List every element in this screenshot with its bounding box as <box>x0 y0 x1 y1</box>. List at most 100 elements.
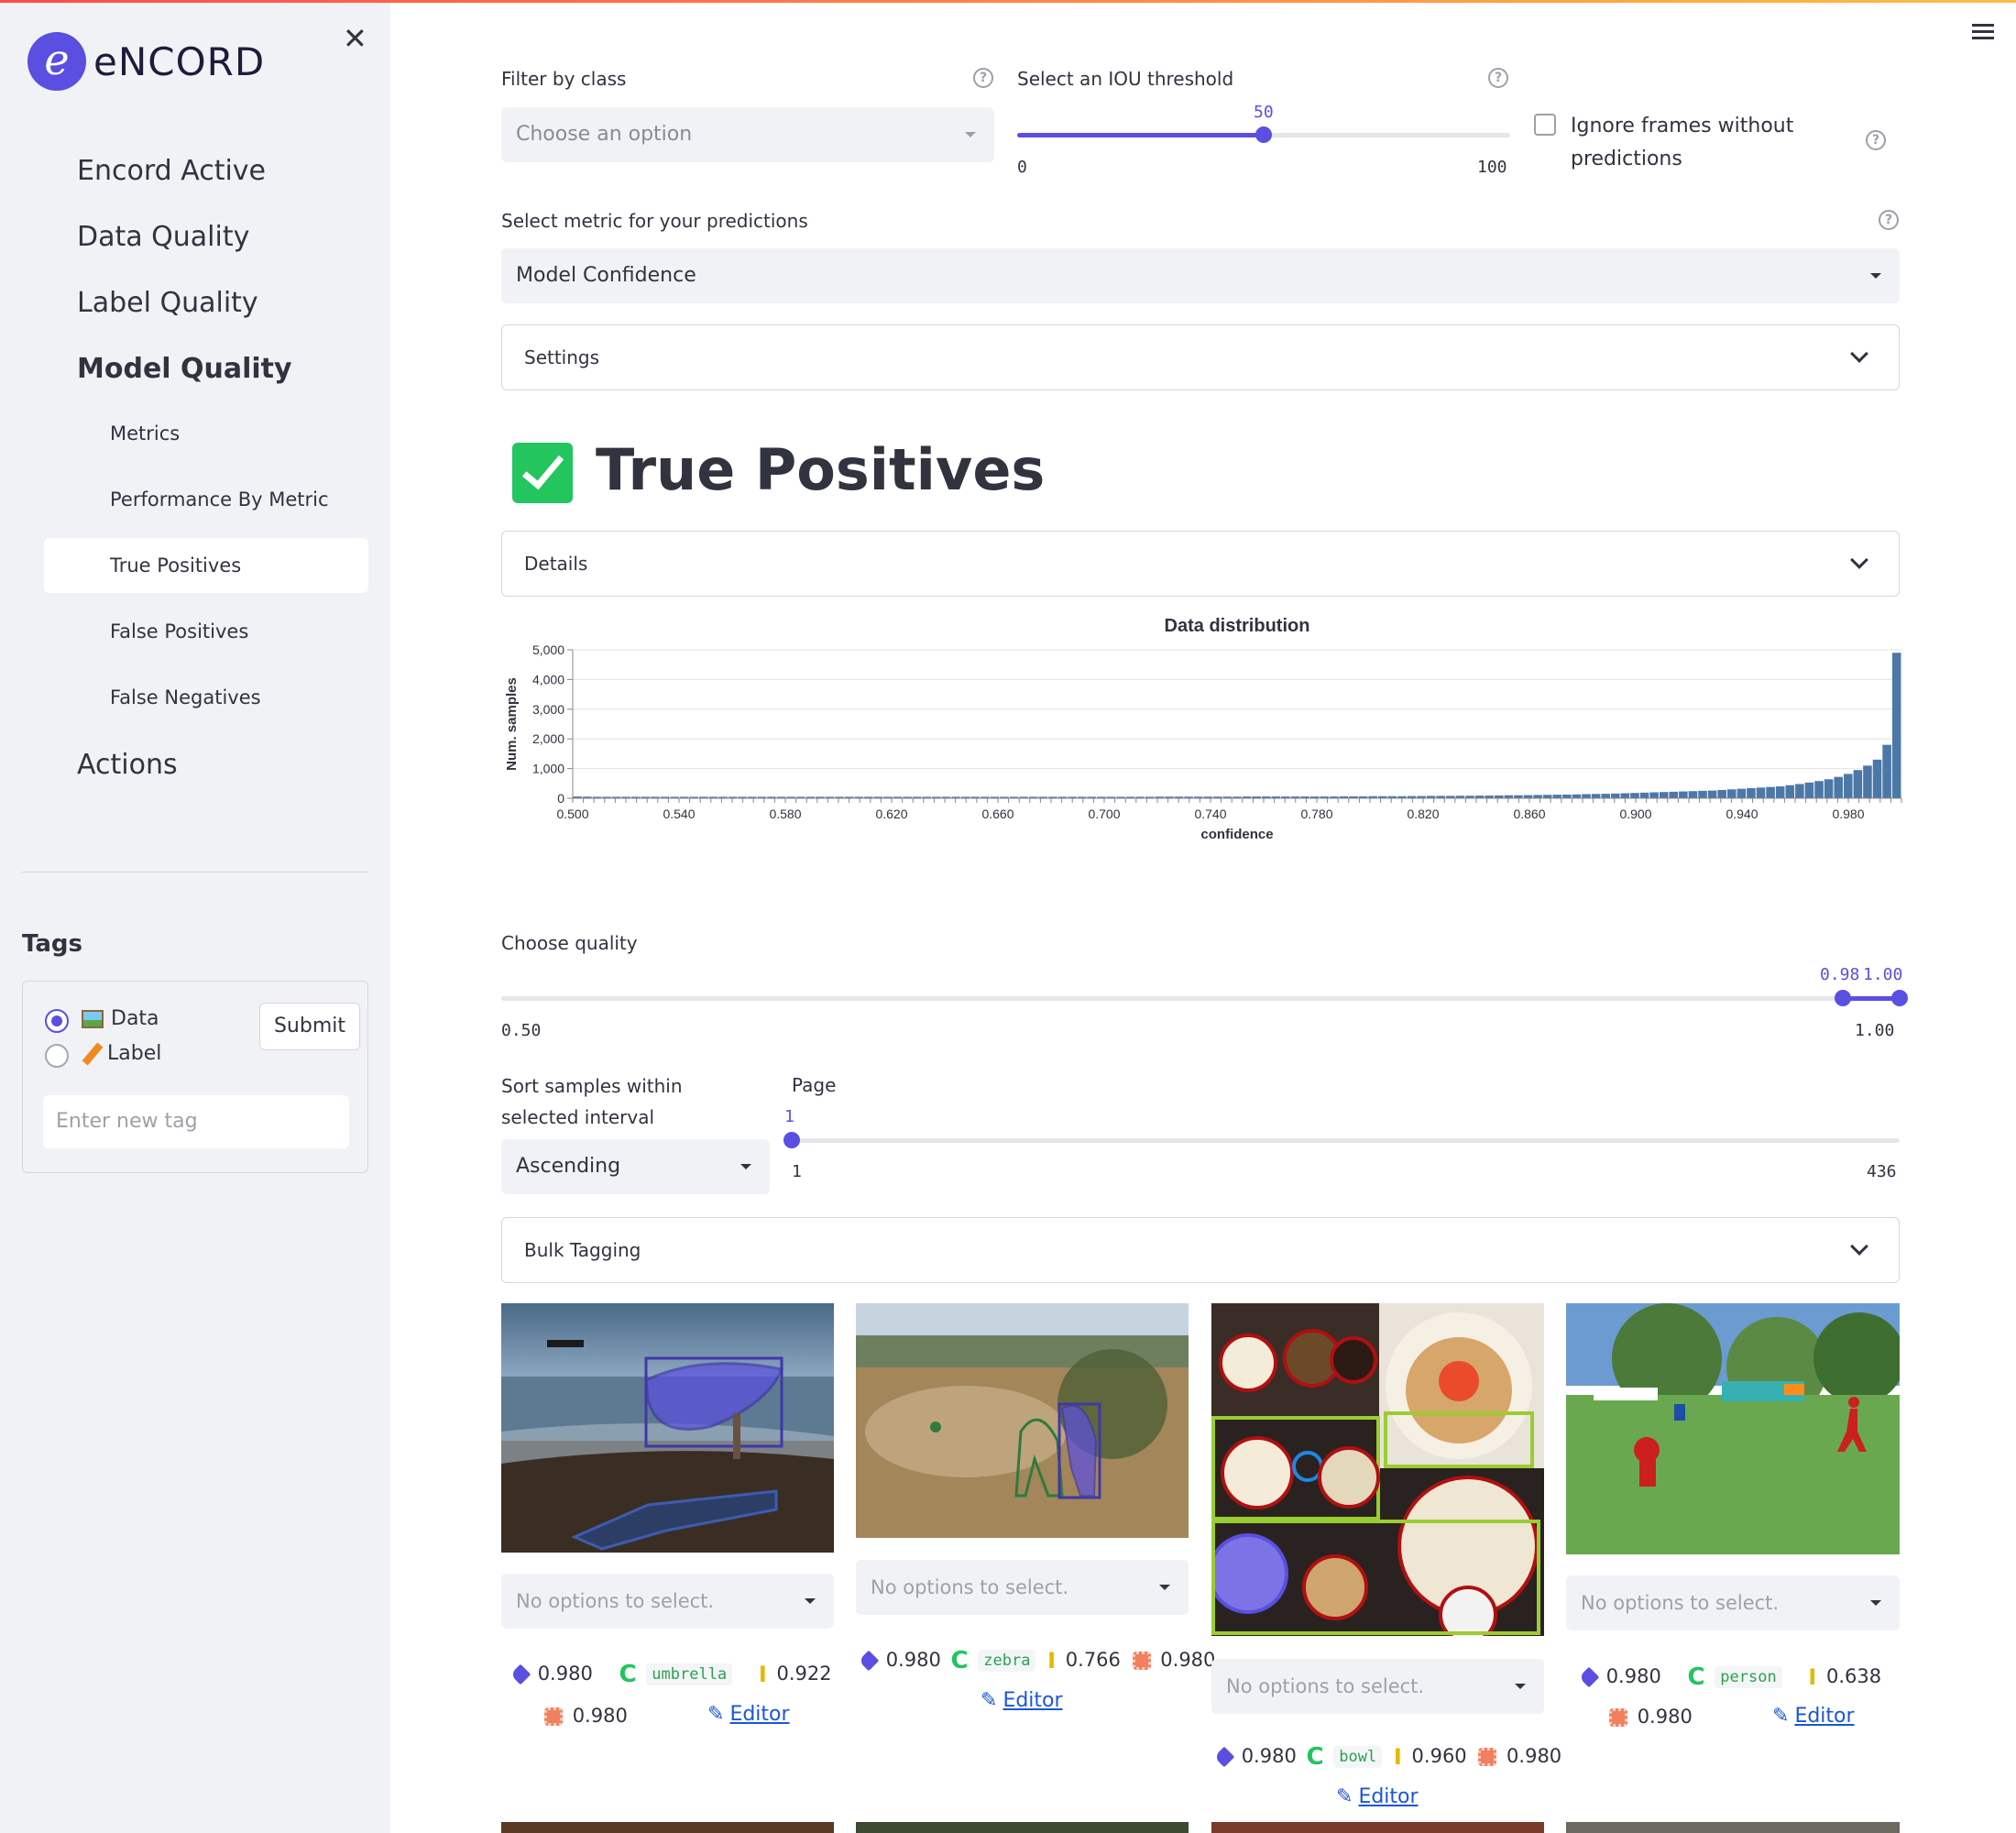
histogram-bar <box>1795 784 1804 798</box>
help-icon[interactable]: ? <box>973 68 993 88</box>
histogram-bar <box>1707 790 1717 798</box>
help-icon[interactable]: ? <box>1879 210 1899 230</box>
histogram-bar <box>1882 744 1891 798</box>
sample-image-next[interactable] <box>501 1822 834 1833</box>
bulk-tagging-expander[interactable]: Bulk Tagging <box>501 1217 1900 1283</box>
page-title: True Positives <box>596 436 1046 503</box>
help-icon[interactable]: ? <box>1488 68 1508 88</box>
chip-icon <box>1609 1708 1627 1727</box>
histogram-bar <box>1863 765 1872 798</box>
sample-image-next[interactable] <box>1211 1822 1544 1833</box>
histogram-bar <box>1872 759 1882 798</box>
sort-select[interactable]: Ascending <box>501 1139 770 1194</box>
quality-slider-high-thumb[interactable] <box>1891 990 1908 1006</box>
iou-max: 100 <box>1477 158 1507 177</box>
chevron-down-icon <box>1850 551 1868 569</box>
encord-logo-icon: e <box>27 32 86 91</box>
checkmark-icon <box>512 443 573 503</box>
editor-link[interactable]: ✎ Editor <box>1772 1705 1855 1728</box>
ignore-frames-checkbox[interactable] <box>1534 114 1556 136</box>
nav-actions[interactable]: Actions <box>77 749 178 781</box>
pencil-icon: ✎ <box>1336 1785 1353 1808</box>
settings-label: Settings <box>524 346 600 368</box>
ignore-frames-label[interactable]: Ignore frames without predictions <box>1571 110 1818 176</box>
subnav-false-negatives[interactable]: False Negatives <box>44 670 368 725</box>
radio-data[interactable] <box>45 1009 69 1033</box>
histogram-bar <box>1669 791 1679 798</box>
sample-image-person[interactable] <box>1566 1303 1900 1554</box>
radio-label[interactable] <box>45 1044 69 1068</box>
histogram-bar <box>1679 791 1688 798</box>
editor-link[interactable]: ✎ Editor <box>981 1689 1063 1712</box>
histogram-bar <box>1756 787 1766 798</box>
histogram-bar <box>1747 787 1756 798</box>
page-label: Page <box>792 1074 837 1096</box>
tag-icon <box>1578 1666 1600 1688</box>
card-metrics: 0.980 C person I 0.638 <box>1578 1663 1881 1691</box>
editor-link[interactable]: ✎ Editor <box>1336 1785 1419 1808</box>
nav-data-quality[interactable]: Data Quality <box>77 221 249 253</box>
nav-encord-active[interactable]: Encord Active <box>77 155 266 187</box>
sample-image-zebra[interactable] <box>856 1303 1189 1538</box>
sample-image-bowl[interactable] <box>1211 1303 1544 1636</box>
subnav-performance-by-metric[interactable]: Performance By Metric <box>44 472 368 527</box>
sample-image <box>1566 1303 1900 1554</box>
choose-quality-label: Choose quality <box>501 932 638 954</box>
histogram-bar <box>1562 794 1572 798</box>
histogram-bar <box>1843 774 1853 798</box>
close-sidebar-icon[interactable]: ✕ <box>343 21 367 56</box>
bulk-tagging-label: Bulk Tagging <box>524 1239 641 1261</box>
details-expander[interactable]: Details <box>501 531 1900 597</box>
radio-data-label[interactable]: Data <box>82 1007 159 1030</box>
class-filter-select[interactable]: Choose an option <box>501 107 994 162</box>
x-tick-label: 0.620 <box>875 807 907 821</box>
x-tick-label: 0.700 <box>1088 807 1120 821</box>
settings-expander[interactable]: Settings <box>501 324 1900 390</box>
class-name: zebra <box>978 1650 1036 1672</box>
subnav-true-positives[interactable]: True Positives <box>44 538 368 593</box>
sample-image-next[interactable] <box>1566 1822 1900 1833</box>
card-tag-select[interactable]: No options to select. <box>501 1574 834 1629</box>
class-icon: C <box>619 1661 637 1688</box>
histogram-bar <box>1698 790 1707 798</box>
submit-tag-button[interactable]: Submit <box>259 1003 360 1050</box>
x-axis-label: confidence <box>1200 827 1273 842</box>
new-tag-input[interactable]: Enter new tag <box>43 1095 349 1148</box>
tag-icon <box>1213 1746 1235 1768</box>
chevron-down-icon <box>1159 1585 1170 1590</box>
picture-icon <box>82 1010 104 1028</box>
card-metrics: 0.980 C zebra I 0.766 0.980 <box>858 1647 1215 1674</box>
quality-slider-low-thumb[interactable] <box>1835 990 1851 1006</box>
page-slider-track[interactable] <box>792 1138 1900 1143</box>
histogram-bar <box>1814 781 1824 798</box>
radio-label-label[interactable]: Label <box>82 1042 161 1066</box>
nav-model-quality[interactable]: Model Quality <box>77 353 292 385</box>
iou-label: Select an IOU threshold <box>1017 68 1234 90</box>
histogram-bar <box>1737 788 1747 798</box>
page-value: 1 <box>784 1107 794 1126</box>
card-tag-select[interactable]: No options to select. <box>1211 1659 1544 1714</box>
metric-label: Select metric for your predictions <box>501 210 808 232</box>
subnav-metrics[interactable]: Metrics <box>44 406 368 461</box>
histogram-bar <box>1688 791 1698 798</box>
iou-min: 0 <box>1017 158 1027 177</box>
page-slider-thumb[interactable] <box>783 1132 800 1148</box>
sample-image-umbrella[interactable] <box>501 1303 834 1553</box>
card-tag-select[interactable]: No options to select. <box>856 1560 1189 1615</box>
chip-icon <box>544 1707 563 1726</box>
class-icon: C <box>1687 1663 1705 1691</box>
editor-link[interactable]: ✎ Editor <box>707 1703 790 1726</box>
nav-label-quality[interactable]: Label Quality <box>77 287 258 319</box>
hamburger-menu-icon[interactable] <box>1972 24 1994 40</box>
metric-select[interactable]: Model Confidence <box>501 248 1900 303</box>
iou-slider-thumb[interactable] <box>1255 126 1272 143</box>
help-icon[interactable]: ? <box>1866 130 1886 150</box>
subnav-false-positives[interactable]: False Positives <box>44 604 368 659</box>
sample-image <box>501 1303 834 1553</box>
card-tag-select[interactable]: No options to select. <box>1566 1575 1900 1630</box>
histogram-bar <box>1834 776 1843 798</box>
y-tick-label: 2,000 <box>532 731 564 746</box>
sample-image-next[interactable] <box>856 1822 1189 1833</box>
chevron-down-icon <box>965 132 976 137</box>
quality-slider-track[interactable] <box>501 996 1900 1001</box>
